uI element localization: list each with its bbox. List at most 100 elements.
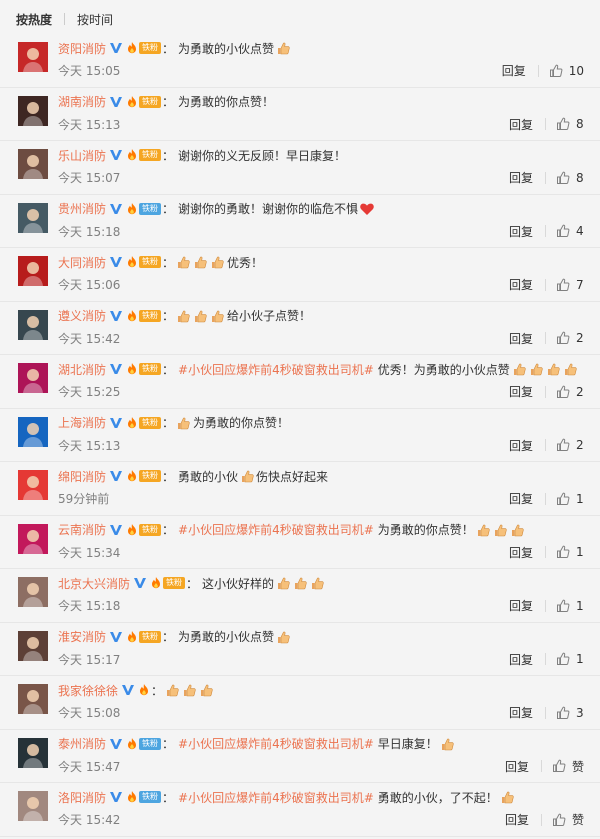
action-divider <box>545 118 546 130</box>
tab-by-time[interactable]: 按时间 <box>77 11 113 28</box>
username-link[interactable]: 我家徐徐徐 <box>58 682 118 699</box>
like-icon[interactable] <box>552 813 566 827</box>
like-icon[interactable] <box>556 706 570 720</box>
verified-icon <box>109 255 123 269</box>
username-link[interactable]: 上海消防 <box>58 414 106 431</box>
like-count[interactable]: 8 <box>576 171 584 185</box>
topic-link[interactable]: #小伙回应爆炸前4秒破窗救出司机# <box>178 361 374 378</box>
comment-actions: 回复 1 <box>509 651 584 668</box>
fan-badge: 铁粉 <box>139 256 162 268</box>
verified-icon <box>109 362 123 376</box>
username-link[interactable]: 资阳消防 <box>58 40 106 57</box>
like-icon[interactable] <box>556 117 570 131</box>
like-icon[interactable] <box>549 64 563 78</box>
reply-button[interactable]: 回复 <box>509 651 533 668</box>
reply-button[interactable]: 回复 <box>509 597 533 614</box>
like-count[interactable]: 4 <box>576 224 584 238</box>
username-link[interactable]: 北京大兴消防 <box>58 575 130 592</box>
like-count[interactable]: 3 <box>576 706 584 720</box>
action-divider <box>545 599 546 612</box>
avatar[interactable] <box>18 42 48 72</box>
flame-icon <box>126 255 138 269</box>
username-link[interactable]: 云南消防 <box>58 521 106 538</box>
like-count[interactable]: 1 <box>576 599 584 613</box>
like-count[interactable]: 10 <box>569 64 584 78</box>
topic-link[interactable]: #小伙回应爆炸前4秒破窗救出司机# <box>178 521 374 538</box>
username-link[interactable]: 泰州消防 <box>58 735 106 752</box>
comment-line: 北京大兴消防 铁粉：这小伙好样的 <box>58 574 325 592</box>
like-count[interactable]: 1 <box>576 492 584 506</box>
like-icon[interactable] <box>556 599 570 613</box>
flame-icon <box>126 41 138 55</box>
reply-button[interactable]: 回复 <box>509 437 533 454</box>
like-count[interactable]: 2 <box>576 385 584 399</box>
username-link[interactable]: 大同消防 <box>58 254 106 271</box>
flame-icon <box>126 416 138 430</box>
username-link[interactable]: 绵阳消防 <box>58 468 106 485</box>
like-icon[interactable] <box>556 492 570 506</box>
username-link[interactable]: 洛阳消防 <box>58 789 106 806</box>
like-count[interactable]: 1 <box>576 652 584 666</box>
like-icon[interactable] <box>556 652 570 666</box>
reply-button[interactable]: 回复 <box>509 544 533 561</box>
verified-icon <box>109 790 123 804</box>
like-count[interactable]: 赞 <box>572 758 584 775</box>
topic-link[interactable]: #小伙回应爆炸前4秒破窗救出司机# <box>178 735 374 752</box>
like-icon[interactable] <box>556 171 570 185</box>
like-icon[interactable] <box>556 278 570 292</box>
avatar[interactable] <box>18 309 48 340</box>
comment-text: 早日康复！ <box>377 737 438 751</box>
avatar[interactable] <box>18 202 48 233</box>
like-icon[interactable] <box>552 759 566 773</box>
comment-timestamp: 59分钟前 <box>58 492 110 506</box>
thumbs-up-emoji-icon <box>239 468 255 484</box>
topic-link[interactable]: #小伙回应爆炸前4秒破窗救出司机# <box>178 789 374 806</box>
tab-by-hot[interactable]: 按热度 <box>16 11 52 28</box>
reply-button[interactable]: 回复 <box>509 330 533 347</box>
like-count[interactable]: 7 <box>576 278 584 292</box>
like-icon[interactable] <box>556 545 570 559</box>
avatar[interactable] <box>18 737 48 768</box>
avatar[interactable] <box>18 791 48 821</box>
flame-icon <box>126 362 138 376</box>
thumbs-up-emoji-icon <box>209 254 225 270</box>
like-count[interactable]: 1 <box>576 545 584 559</box>
reply-button[interactable]: 回复 <box>509 490 533 507</box>
avatar[interactable] <box>18 470 48 500</box>
avatar[interactable] <box>18 95 48 126</box>
like-icon[interactable] <box>556 438 570 452</box>
avatar[interactable] <box>18 363 48 393</box>
reply-button[interactable]: 回复 <box>509 223 533 240</box>
avatar[interactable] <box>18 630 48 661</box>
like-icon[interactable] <box>556 385 570 399</box>
reply-button[interactable]: 回复 <box>505 811 529 828</box>
comment-item: 洛阳消防 铁粉： #小伙回应爆炸前4秒破窗救出司机# 勇敢的小伙，了不起！ 今天 15:… <box>0 783 600 837</box>
username-link[interactable]: 贵州消防 <box>58 200 106 217</box>
reply-button[interactable]: 回复 <box>509 276 533 293</box>
username-link[interactable]: 湖南消防 <box>58 93 106 110</box>
reply-button[interactable]: 回复 <box>505 758 529 775</box>
like-icon[interactable] <box>556 331 570 345</box>
reply-button[interactable]: 回复 <box>509 704 533 721</box>
avatar[interactable] <box>18 149 48 179</box>
avatar[interactable] <box>18 684 48 714</box>
like-count[interactable]: 8 <box>576 117 584 131</box>
username-link[interactable]: 遵义消防 <box>58 307 106 324</box>
reply-button[interactable]: 回复 <box>509 169 533 186</box>
like-count[interactable]: 2 <box>576 438 584 452</box>
reply-button[interactable]: 回复 <box>509 116 533 133</box>
like-count[interactable]: 赞 <box>572 811 584 828</box>
avatar[interactable] <box>18 416 48 447</box>
avatar[interactable] <box>18 577 48 607</box>
username-link[interactable]: 湖北消防 <box>58 361 106 378</box>
avatar[interactable] <box>18 523 48 554</box>
avatar[interactable] <box>18 256 48 286</box>
like-icon[interactable] <box>556 224 570 238</box>
reply-button[interactable]: 回复 <box>502 62 526 79</box>
username-link[interactable]: 乐山消防 <box>58 147 106 164</box>
reply-button[interactable]: 回复 <box>509 383 533 400</box>
like-count[interactable]: 2 <box>576 331 584 345</box>
comment-item: 遵义消防 铁粉： 给小伙子点赞！ 今天 15:42 回复 2 <box>0 302 600 355</box>
username-link[interactable]: 淮安消防 <box>58 628 106 645</box>
thumbs-up-emoji-icon <box>492 522 508 538</box>
